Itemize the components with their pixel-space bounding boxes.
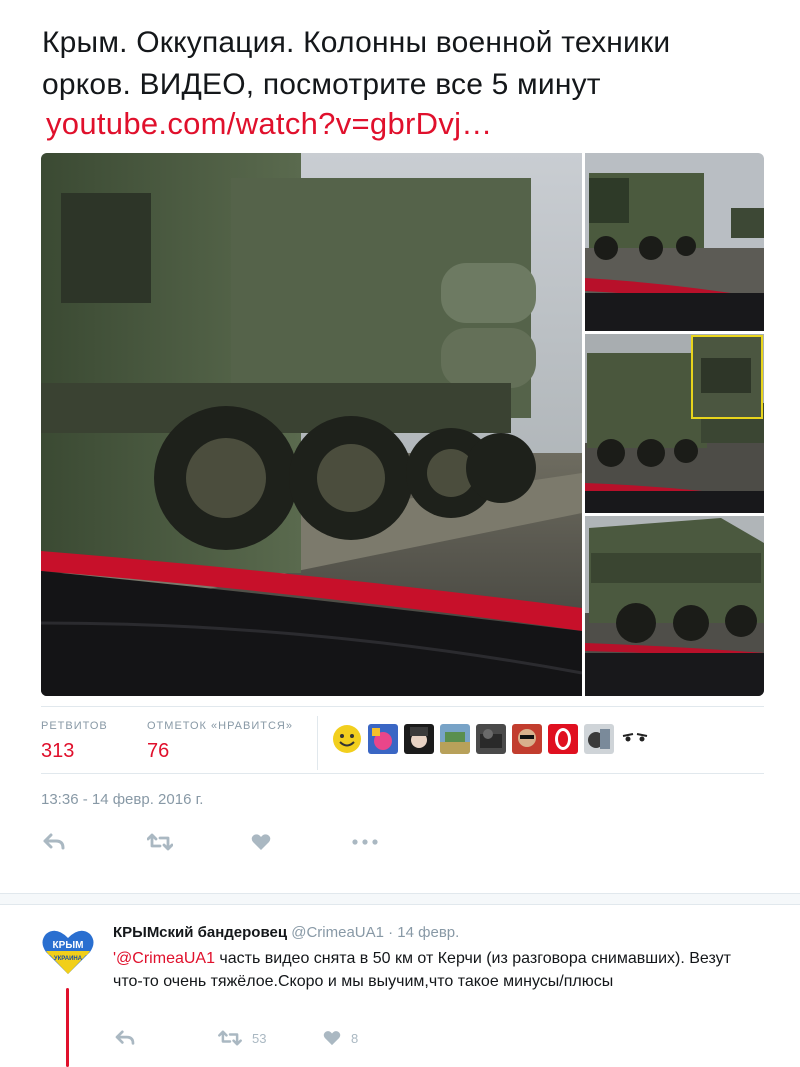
reply-icon bbox=[43, 833, 65, 850]
more-icon bbox=[352, 839, 378, 845]
reply-date[interactable]: · 14 февр. bbox=[384, 924, 459, 941]
tweet-stats: РЕТВИТОВ 313 ОТМЕТОК «НРАВИТСЯ» 76 bbox=[41, 716, 764, 770]
tweet-text-line-1: Крым. Оккупация. Колонны военной техники bbox=[42, 26, 671, 59]
avatar[interactable] bbox=[332, 724, 362, 754]
retweet-icon bbox=[147, 833, 173, 851]
tweet-actions bbox=[41, 828, 441, 856]
avatar[interactable] bbox=[476, 724, 506, 754]
media-thumb-3 bbox=[585, 516, 764, 696]
reply-mention[interactable]: '@CrimeaUA1 bbox=[113, 950, 215, 967]
reply-like-button[interactable]: 8 bbox=[323, 1030, 358, 1046]
retweet-button[interactable] bbox=[147, 828, 173, 856]
avatar[interactable] bbox=[512, 724, 542, 754]
reply-avatar[interactable]: КРЫМ УКРАИНА bbox=[37, 920, 99, 982]
avatar-text-krym: КРЫМ bbox=[53, 940, 84, 951]
reply-header: КРЫМский бандеровец @CrimeaUA1 · 14 февр… bbox=[113, 924, 459, 941]
more-button[interactable] bbox=[352, 828, 378, 856]
media-thumb-2 bbox=[585, 334, 764, 513]
reply-text: '@CrimeaUA1 часть видео снята в 50 км от… bbox=[113, 947, 753, 993]
youtube-link[interactable]: youtube.com/watch?v=gbrDvj… bbox=[46, 106, 493, 142]
thread-line bbox=[66, 988, 69, 1067]
retweets-count[interactable]: 313 bbox=[41, 740, 74, 763]
retweets-label: РЕТВИТОВ bbox=[41, 720, 108, 732]
like-button[interactable] bbox=[251, 828, 271, 856]
media-thumb-1 bbox=[585, 153, 764, 331]
reply-retweet-count: 53 bbox=[252, 1030, 267, 1046]
avatar[interactable] bbox=[548, 724, 578, 754]
reply-like-count: 8 bbox=[351, 1030, 359, 1046]
likes-count[interactable]: 76 bbox=[147, 740, 169, 763]
avatar[interactable] bbox=[440, 724, 470, 754]
heart-icon bbox=[323, 1031, 341, 1046]
reply-separator bbox=[0, 893, 800, 905]
media-grid[interactable] bbox=[41, 153, 764, 696]
avatar[interactable] bbox=[620, 724, 650, 754]
reply-author-handle[interactable]: @CrimeaUA1 bbox=[291, 924, 384, 941]
divider bbox=[41, 706, 764, 707]
avatar[interactable] bbox=[368, 724, 398, 754]
reply-actions: 53 8 bbox=[113, 1030, 413, 1054]
tweet-timestamp[interactable]: 13:36 - 14 февр. 2016 г. bbox=[41, 791, 203, 808]
reply-reply-button[interactable] bbox=[115, 1030, 135, 1046]
stats-divider bbox=[317, 716, 318, 770]
avatar-text-ukraina: УКРАИНА bbox=[54, 956, 83, 962]
reply-button[interactable] bbox=[43, 828, 65, 856]
reply-retweet-button[interactable]: 53 bbox=[218, 1030, 266, 1046]
tweet-text: Крым. Оккупация. Колонны военной техники… bbox=[42, 22, 782, 106]
heart-icon bbox=[251, 834, 271, 850]
likes-label: ОТМЕТОК «НРАВИТСЯ» bbox=[147, 720, 293, 732]
avatar[interactable] bbox=[404, 724, 434, 754]
divider bbox=[41, 773, 764, 774]
liker-avatars bbox=[332, 724, 650, 754]
tweet-text-line-2: орков. ВИДЕО, посмотрите все 5 минут bbox=[42, 68, 601, 101]
avatar[interactable] bbox=[584, 724, 614, 754]
retweet-icon bbox=[218, 1030, 242, 1046]
reply-icon bbox=[115, 1030, 135, 1045]
reply-author-name[interactable]: КРЫМский бандеровец bbox=[113, 924, 287, 941]
media-main-image bbox=[41, 153, 583, 696]
